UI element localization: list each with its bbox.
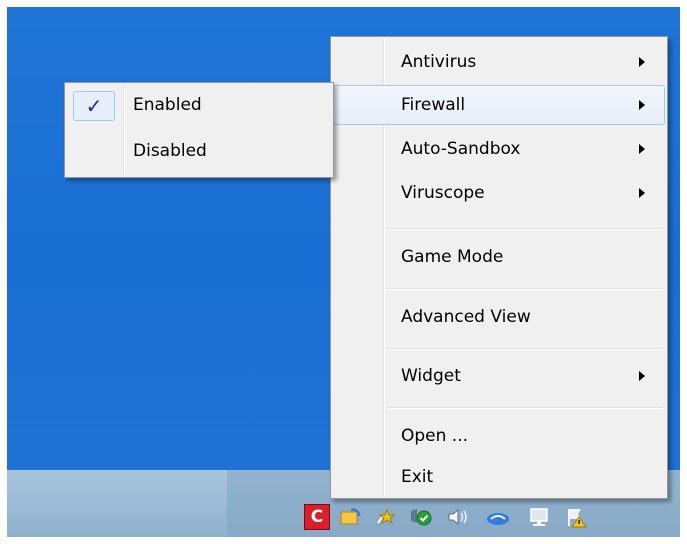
menu-item-label: Auto-Sandbox xyxy=(401,139,521,159)
menu-item-label: Firewall xyxy=(401,95,466,115)
comodo-letter: C xyxy=(310,507,324,527)
submenu-arrow-icon xyxy=(639,100,645,110)
warning-flag-icon[interactable] xyxy=(563,504,589,530)
speaker-icon[interactable] xyxy=(445,504,471,530)
comodo-icon[interactable]: C xyxy=(304,504,330,530)
menu-item-advanced-view[interactable]: Advanced View xyxy=(333,297,665,337)
network-icon[interactable] xyxy=(527,504,553,530)
cloud-icon[interactable] xyxy=(485,504,511,530)
star-icon[interactable] xyxy=(372,504,398,530)
checkmark-icon: ✓ xyxy=(73,91,115,121)
submenu-arrow-icon xyxy=(639,188,645,198)
screen: C Antivirus Firewall Auto-Sandbox Virusc… xyxy=(7,7,680,537)
menu-item-label: Widget xyxy=(401,366,461,386)
menu-item-label: Advanced View xyxy=(401,307,531,327)
menu-item-viruscope[interactable]: Viruscope xyxy=(333,173,665,213)
menu-item-label: Game Mode xyxy=(401,247,504,267)
menu-item-label: Exit xyxy=(401,467,434,487)
submenu-arrow-icon xyxy=(639,144,645,154)
submenu-item-disabled[interactable]: Disabled xyxy=(67,131,331,171)
menu-item-antivirus[interactable]: Antivirus xyxy=(333,42,665,82)
menu-item-exit[interactable]: Exit xyxy=(333,457,665,497)
submenu-item-label: Disabled xyxy=(133,141,207,161)
menu-item-label: Viruscope xyxy=(401,183,485,203)
menu-separator xyxy=(387,288,663,290)
submenu-item-label: Enabled xyxy=(133,95,202,115)
menu-separator xyxy=(387,228,663,230)
menu-item-game-mode[interactable]: Game Mode xyxy=(333,237,665,277)
menu-item-label: Antivirus xyxy=(401,52,477,72)
menu-item-auto-sandbox[interactable]: Auto-Sandbox xyxy=(333,129,665,169)
menu-item-widget[interactable]: Widget xyxy=(333,356,665,396)
menu-separator xyxy=(387,407,663,409)
firewall-submenu: ✓ Enabled Disabled xyxy=(64,82,334,178)
menu-item-label: Open ... xyxy=(401,426,469,446)
checkmark-glyph: ✓ xyxy=(85,94,103,118)
menu-separator xyxy=(387,348,663,350)
menu-item-open[interactable]: Open ... xyxy=(333,416,665,456)
submenu-item-enabled[interactable]: ✓ Enabled xyxy=(67,85,331,125)
menu-item-firewall[interactable]: Firewall xyxy=(333,85,665,125)
submenu-arrow-icon xyxy=(639,371,645,381)
folder-sync-icon[interactable] xyxy=(337,504,363,530)
shield-check-icon[interactable] xyxy=(407,504,433,530)
tray-context-menu: Antivirus Firewall Auto-Sandbox Viruscop… xyxy=(330,36,668,499)
submenu-arrow-icon xyxy=(639,57,645,67)
